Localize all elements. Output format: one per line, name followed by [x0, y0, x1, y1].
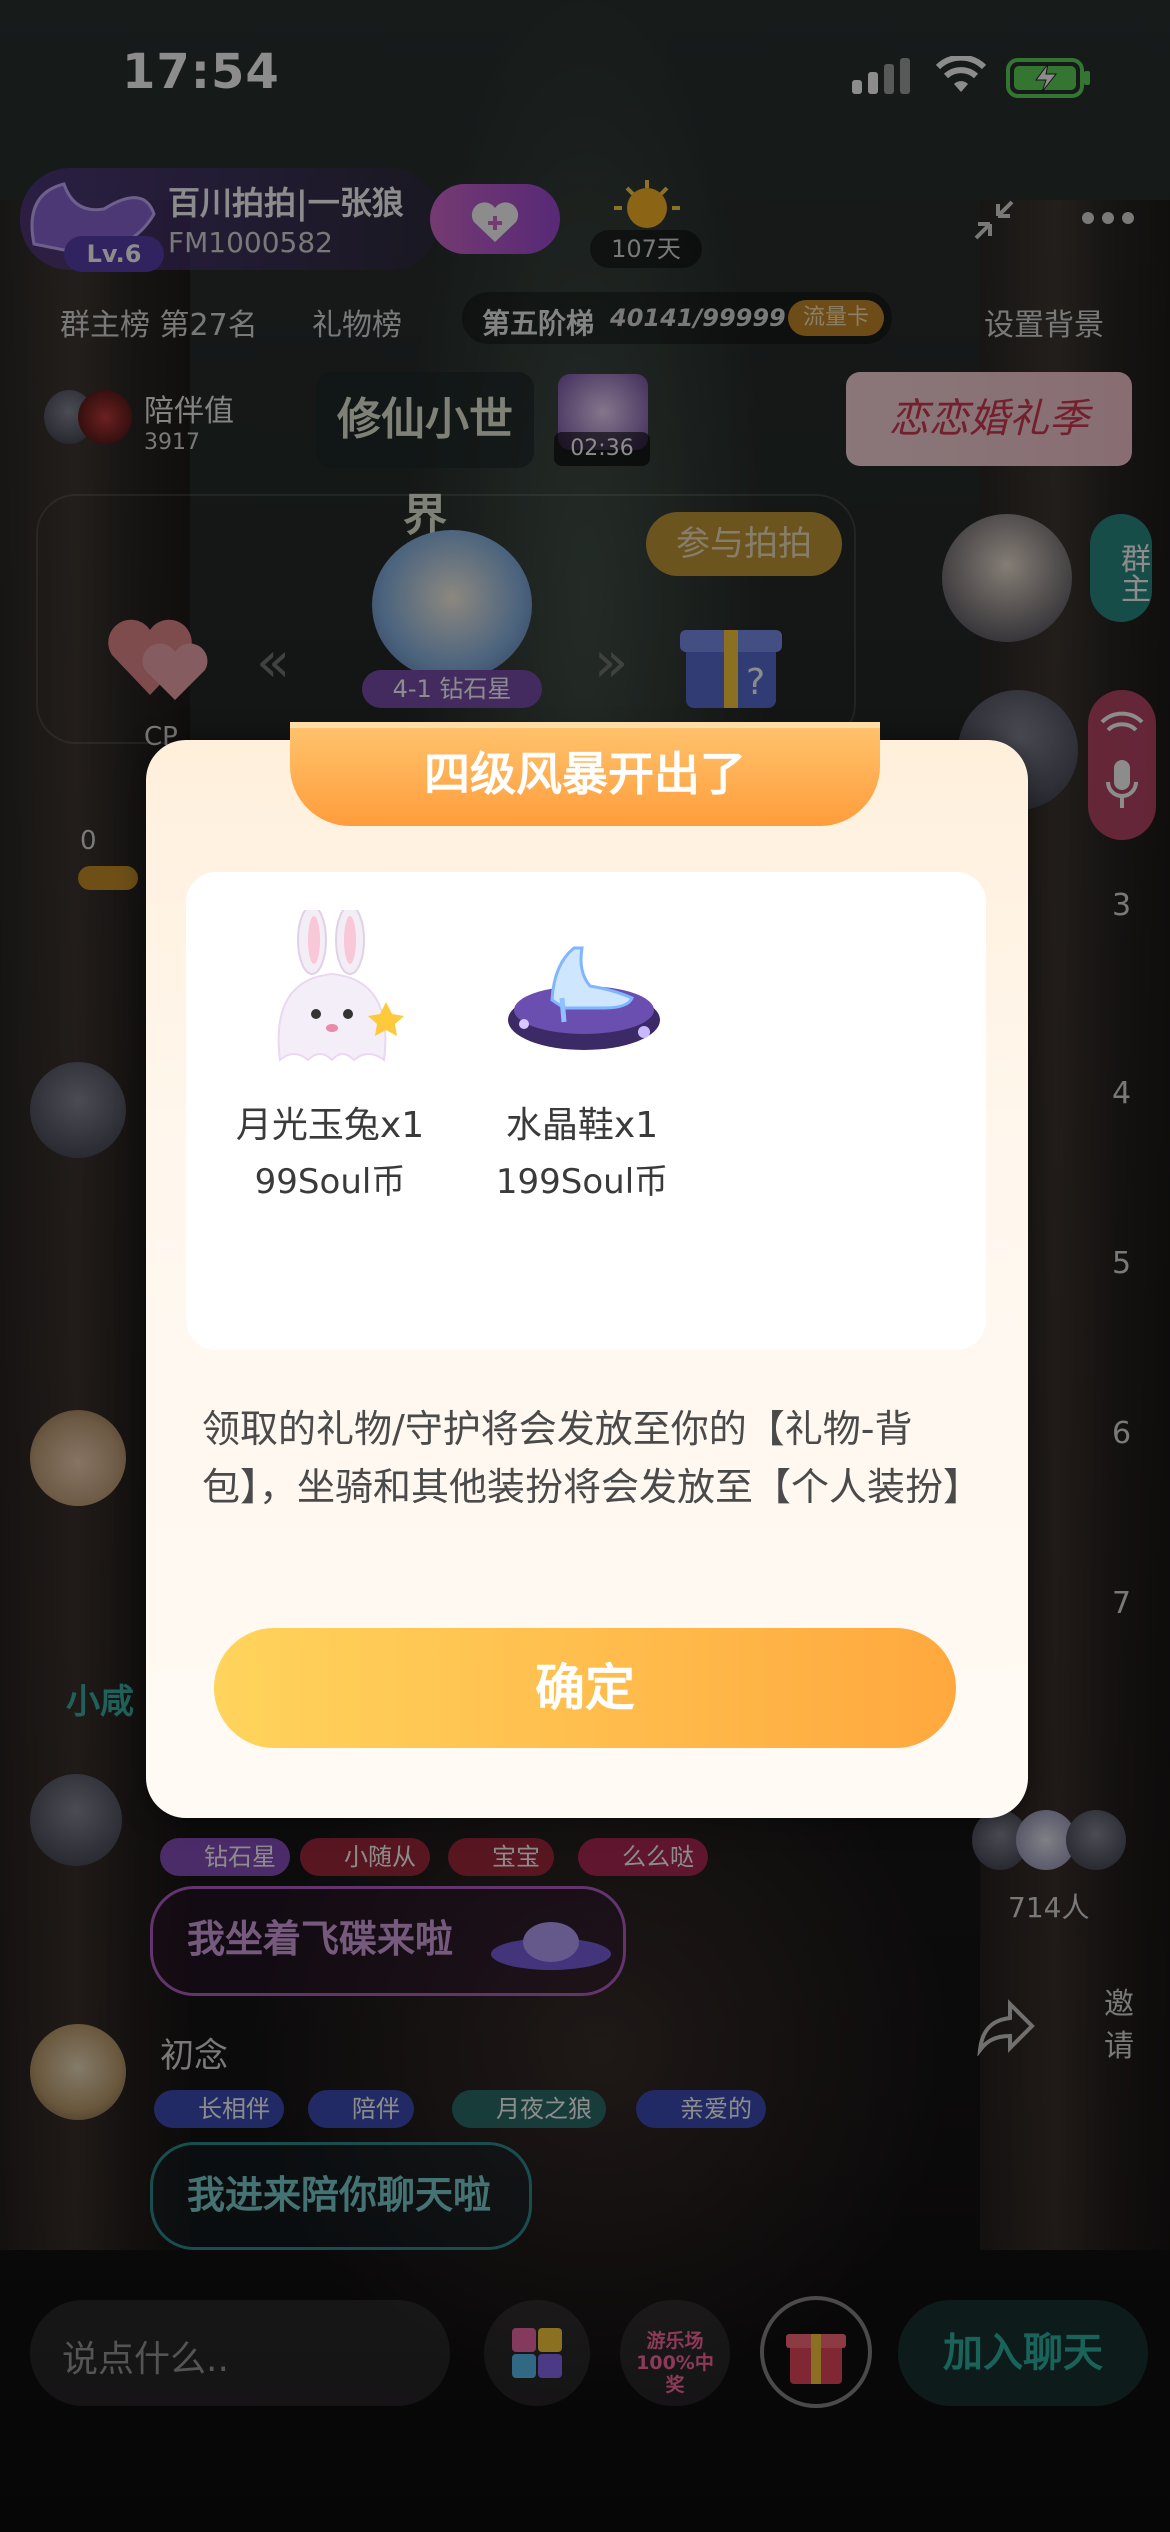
prize-name-2: 水晶鞋x1: [505, 1105, 659, 1146]
prize-price-2: 199Soul币: [495, 1162, 669, 1202]
prize-name-1: 月光玉兔x1: [235, 1105, 425, 1146]
prize-price-1: 99Soul币: [254, 1162, 406, 1202]
modal-title: 四级风暴开出了: [424, 747, 746, 801]
modal-notice: 领取的礼物/守护将会发放至你的【礼物-背包】，坐骑和其他装扮将会发放至【个人装扮…: [202, 1407, 982, 1509]
confirm-button[interactable]: 确定: [214, 1628, 956, 1748]
crystal-shoe-icon: [504, 928, 664, 1062]
moon-rabbit-icon: [250, 905, 420, 1074]
